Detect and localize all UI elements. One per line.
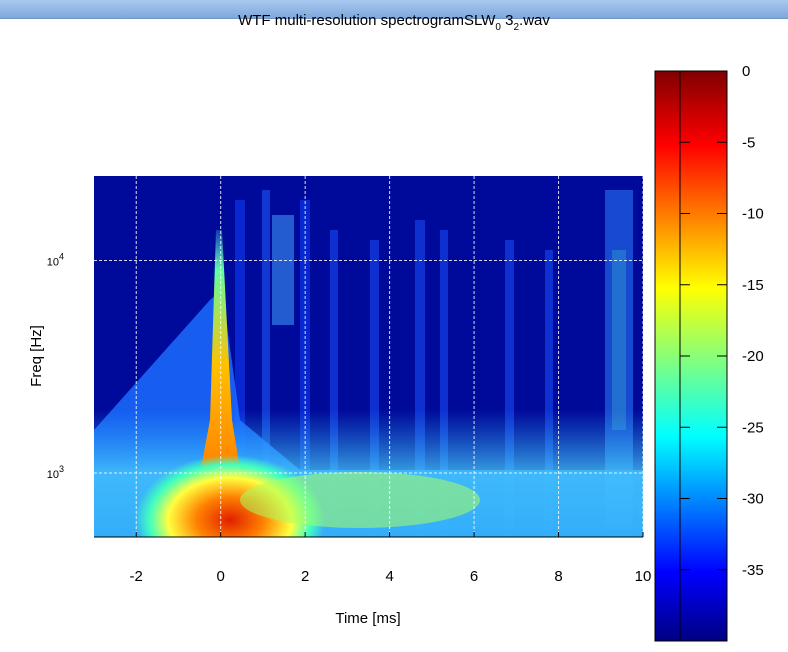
spectrogram-chart: -2 0 2 4 6 8 10103104 Time [ms] Freq [Hz] 0-5-… bbox=[28, 63, 764, 642]
colorbar-tick-label: -5 bbox=[742, 134, 755, 151]
heatmap-lowband bbox=[240, 472, 480, 528]
x-tick-label: 0 bbox=[217, 568, 225, 585]
x-tick-label: 4 bbox=[385, 568, 393, 585]
y-tick-label: 104 bbox=[47, 252, 64, 269]
y-axis-label: Freq [Hz] bbox=[28, 325, 45, 387]
x-tick-label: 6 bbox=[470, 568, 478, 585]
colorbar-tick-label: -30 bbox=[742, 491, 764, 508]
colorbar-tick-label: -20 bbox=[742, 348, 764, 365]
x-tick-label: -2 bbox=[130, 568, 143, 585]
x-axis-label: Time [ms] bbox=[335, 610, 400, 627]
colorbar: 0 -5 -10 -15 -20 -25 -30 -35 bbox=[654, 63, 764, 642]
colorbar-tick-label: -35 bbox=[742, 562, 764, 579]
colorbar-gradient bbox=[654, 70, 728, 642]
x-tick-label: 2 bbox=[301, 568, 309, 585]
colorbar-tick-label: -25 bbox=[742, 419, 764, 436]
colorbar-tick-label: 0 bbox=[742, 63, 750, 80]
colorbar-tick-label: -10 bbox=[742, 206, 764, 223]
x-tick-label: 10 bbox=[635, 568, 652, 585]
x-tick-label: 8 bbox=[554, 568, 562, 585]
spectrogram-image bbox=[94, 176, 643, 537]
colorbar-tick-label: -15 bbox=[742, 277, 764, 294]
y-tick-label: 103 bbox=[47, 464, 64, 481]
